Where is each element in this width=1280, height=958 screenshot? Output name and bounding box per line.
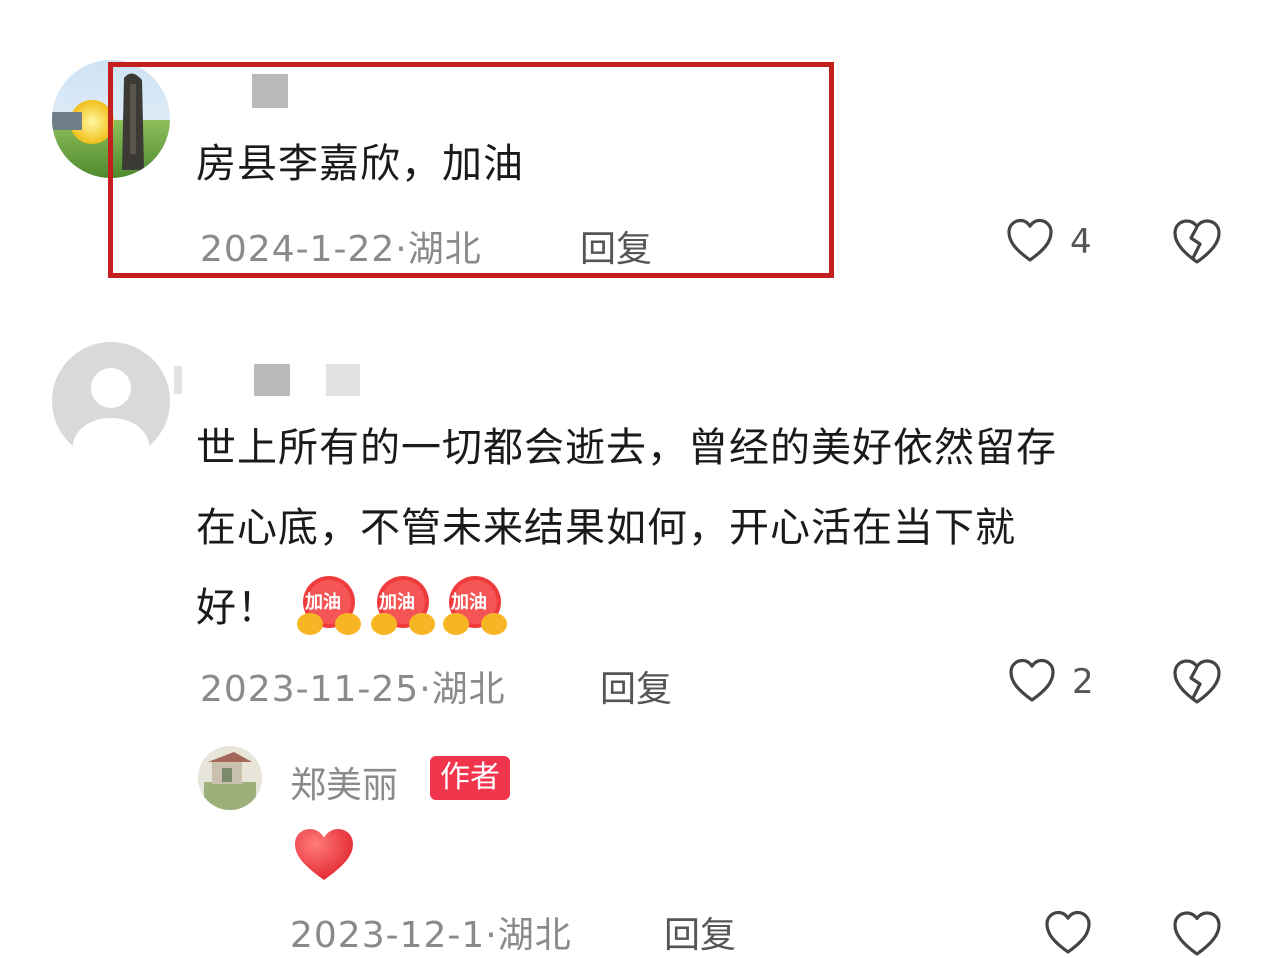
highlight-box	[108, 62, 834, 278]
avatar-default[interactable]	[52, 342, 170, 460]
sticker-label: 加油	[451, 592, 487, 613]
reply-author-name[interactable]: 郑美丽	[290, 756, 398, 808]
comment-text-line-2: 在心底，不管未来结果如何，开心活在当下就	[196, 505, 1016, 551]
sticker-label: 加油	[305, 592, 341, 613]
sticker-jiayou: 加油	[296, 574, 362, 636]
broken-heart-icon[interactable]	[1172, 910, 1222, 958]
sticker-jiayou: 加油	[370, 574, 436, 636]
heart-outline-icon[interactable]	[1044, 910, 1092, 956]
author-badge: 作者	[430, 756, 510, 800]
heart-outline-icon	[1007, 218, 1053, 262]
like-button[interactable]: 4	[1006, 218, 1106, 270]
broken-heart-icon[interactable]	[1172, 658, 1222, 706]
username-redacted	[172, 360, 372, 400]
sticker-label: 加油	[379, 592, 415, 613]
reply-button[interactable]: 回复	[664, 906, 736, 958]
reply-avatar-image	[198, 746, 262, 810]
comment-text-line-3: 好！	[196, 585, 278, 631]
reply-button[interactable]: 回复	[600, 660, 672, 712]
like-count: 2	[1072, 662, 1094, 702]
like-count: 4	[1070, 222, 1092, 262]
comment-text-line-1: 世上所有的一切都会逝去，曾经的美好依然留存	[196, 425, 1057, 471]
broken-heart-icon[interactable]	[1172, 218, 1222, 266]
comment-date-location: 2023-11-25·湖北	[200, 669, 506, 710]
user-silhouette-icon	[73, 368, 149, 460]
reply-avatar[interactable]	[198, 746, 262, 810]
comment-date-location: 2023-12-1·湖北	[290, 915, 572, 956]
sticker-jiayou: 加油	[442, 574, 508, 636]
red-heart-emoji-icon	[295, 829, 353, 880]
heart-outline-icon	[1009, 658, 1055, 702]
like-button[interactable]: 2	[1008, 658, 1108, 710]
